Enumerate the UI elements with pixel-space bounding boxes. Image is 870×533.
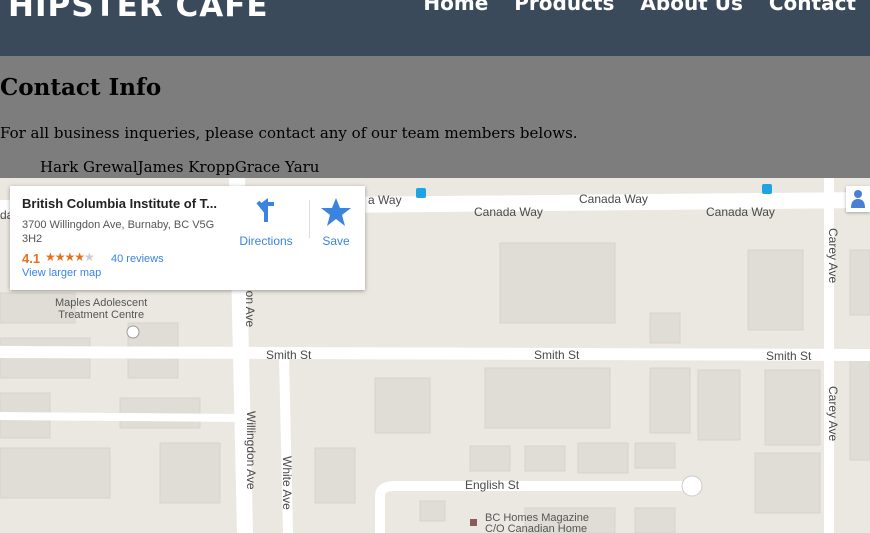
street-view-pegman[interactable] [846, 186, 870, 212]
street-label-smith-st: Smith St [534, 348, 580, 362]
map-building [754, 452, 821, 514]
map-building [634, 442, 676, 469]
directions-label: Directions [239, 234, 293, 248]
street-label-english-st: English St [465, 478, 520, 492]
map-building [697, 369, 741, 441]
map-cul-de-sac [681, 475, 703, 497]
map-building [469, 445, 511, 472]
map-building [419, 500, 446, 522]
map-building [374, 377, 431, 434]
main-nav: Home Products About Us Contact [423, 0, 856, 15]
map-building [649, 367, 691, 434]
pegman-icon [851, 190, 865, 208]
team-member: James Kropp [137, 158, 235, 176]
street-label-willingdon-ave: Willingdon Ave [244, 411, 258, 490]
nav-contact[interactable]: Contact [769, 0, 856, 15]
nav-products[interactable]: Products [514, 0, 614, 15]
map-building [524, 445, 566, 472]
reviews-link[interactable]: 40 reviews [111, 253, 164, 265]
street-label-canada-way: a Way [368, 193, 402, 207]
team-member: Grace Yaru [234, 158, 320, 176]
street-label-white-ave: White Ave [280, 456, 294, 510]
street-label-smith-st: Smith St [266, 348, 312, 362]
team-member: Hark Grewal [40, 158, 138, 176]
map-building [499, 242, 616, 324]
map-road [0, 346, 870, 361]
star-empty-icon: ★ [84, 250, 95, 264]
directions-icon [256, 198, 274, 222]
street-label-carey-ave: Carey Ave [826, 386, 840, 442]
business-marker-icon [470, 519, 477, 526]
place-label-bc-homes-2: C/O Canadian Home [485, 523, 588, 533]
intro-text: For all business inqueries, please conta… [0, 124, 578, 142]
map-building [747, 249, 804, 331]
map-building [634, 507, 676, 533]
directions-button[interactable]: Directions [238, 196, 294, 248]
rating-value: 4.1 [22, 251, 41, 266]
card-divider [309, 200, 310, 238]
nav-about-us[interactable]: About Us [640, 0, 742, 15]
map-building [314, 447, 356, 504]
street-label-willingdon-ave: lon Ave [243, 288, 257, 328]
bus-stop-icon [416, 188, 426, 198]
map-building [764, 369, 821, 446]
map-building [159, 442, 221, 504]
street-label-canada-way: Canada Way [474, 205, 543, 219]
map-building [484, 367, 611, 429]
team-list: Hark Grewal James Kropp Grace Yaru [40, 158, 319, 176]
site-logo[interactable]: HIPSTER CAFE [8, 0, 269, 24]
map-building [119, 397, 201, 429]
map-road [0, 412, 244, 422]
map-building [577, 442, 629, 474]
save-button[interactable]: Save [316, 196, 356, 248]
map-info-card: British Columbia Institute of T... 3700 … [10, 186, 365, 290]
contact-section: Contact Info For all business inqueries,… [0, 56, 870, 178]
page-title: Contact Info [0, 74, 162, 101]
street-label-canada-way: Canada Way [706, 205, 775, 219]
place-label-maples[interactable]: Maples Adolescent Treatment Centre [55, 297, 147, 321]
bus-stop-icon [762, 184, 772, 194]
view-larger-map-link[interactable]: View larger map [22, 267, 101, 279]
place-address: 3700 Willingdon Ave, Burnaby, BC V5G 3H2 [22, 219, 215, 245]
rating-stars: ★★★★★ [45, 250, 95, 264]
street-label-canada-way: Canada Way [579, 192, 648, 206]
map-building [0, 447, 111, 499]
museum-icon [126, 325, 140, 339]
street-label-carey-ave: Carey Ave [826, 228, 840, 284]
star-save-icon [321, 198, 351, 226]
map-building [649, 312, 681, 344]
star-icon: ★★★★ [45, 250, 85, 264]
save-label: Save [322, 234, 350, 248]
site-header: HIPSTER CAFE Home Products About Us Cont… [0, 0, 870, 56]
map-building [849, 249, 870, 316]
map-building [849, 349, 870, 461]
street-label-smith-st: Smith St [766, 349, 812, 363]
place-title: British Columbia Institute of T... [22, 196, 217, 211]
nav-home[interactable]: Home [423, 0, 488, 15]
